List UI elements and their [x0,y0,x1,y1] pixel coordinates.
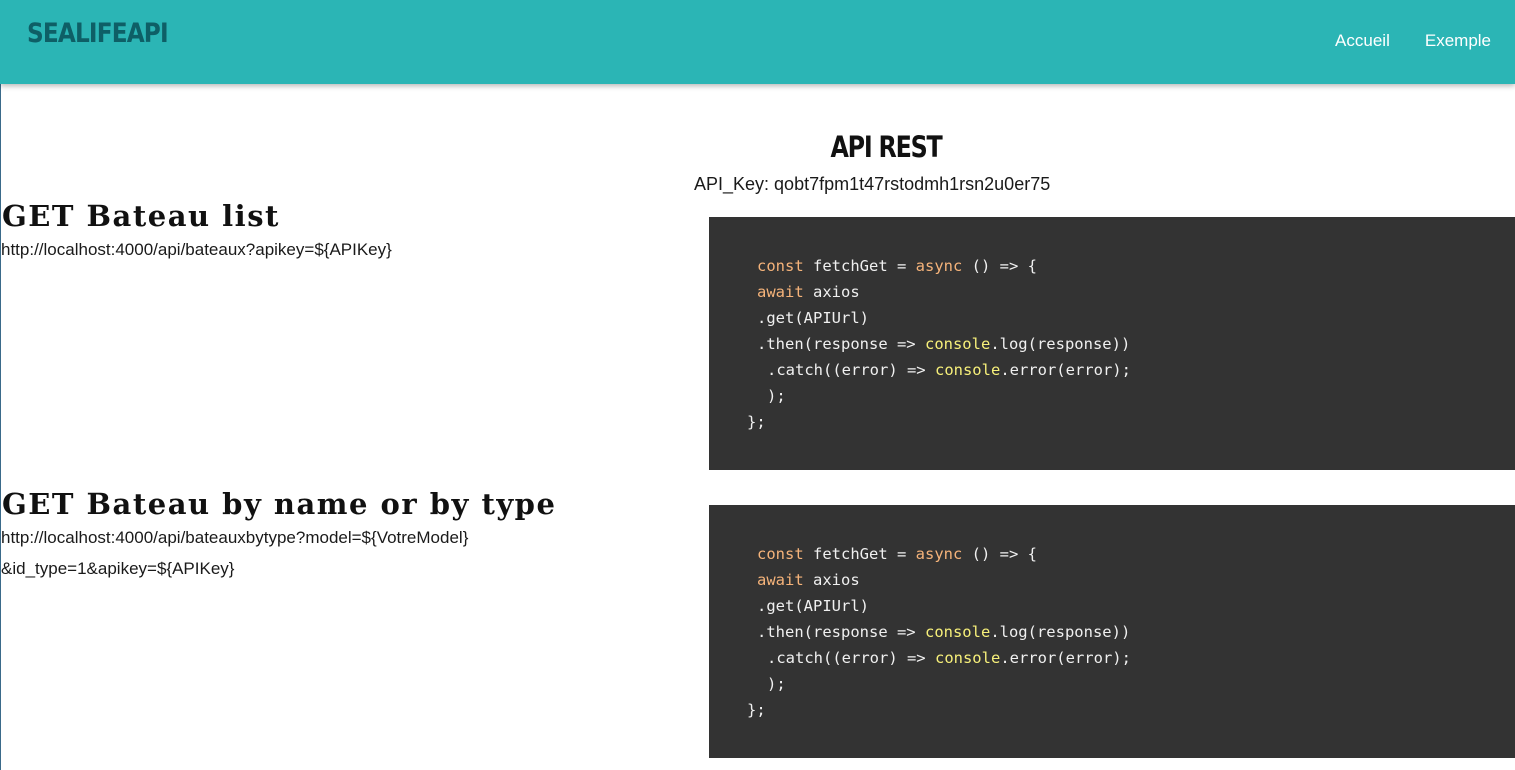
code-line-1: const fetchGet = async () => { [757,544,1037,564]
code-keyword: const [757,257,804,275]
code-text: .error(error); [1000,361,1131,379]
code-block-bateau-list: const fetchGet = async () => { await axi… [709,217,1515,470]
api-key-text: API_Key: qobt7fpm1t47rstodmh1rsn2u0er75 [694,174,1051,194]
endpoint-line: &id_type=1&apikey=${APIKey} [1,559,235,578]
section-title-bateau-by-type: GET Bateau by name or by type [2,487,557,521]
code-line-2: await axios [757,282,860,302]
navbar: SEALIFEAPI Accueil Exemple [0,0,1515,84]
endpoint-url-bateau-list: http://localhost:4000/api/bateaux?apikey… [1,234,392,265]
endpoint-url-bateau-by-type: http://localhost:4000/api/bateauxbytype?… [1,522,468,584]
section-title-bateau-list: GET Bateau list [2,199,280,233]
code-text: .log(response)) [990,335,1131,353]
code-text: fetchGet = [803,545,916,563]
left-border [0,84,1,770]
code-line-4: .then(response => console.log(response)) [757,622,1130,642]
code-text: () => { [962,257,1037,275]
code-text: .error(error); [1000,649,1131,667]
code-line-7: }; [747,413,766,431]
code-text: axios [803,283,860,301]
nav-link-exemple[interactable]: Exemple [1425,31,1491,51]
code-line-7: }; [747,701,766,719]
code-text: fetchGet = [803,257,916,275]
code-line-6: ); [767,387,786,405]
code-keyword: await [757,571,804,589]
code-line-1: const fetchGet = async () => { [757,256,1037,276]
code-keyword: async [915,257,963,275]
code-text: .catch((error) => [767,361,935,379]
nav-link-accueil[interactable]: Accueil [1335,31,1390,51]
code-line-6: ); [767,675,786,693]
code-line-5: .catch((error) => console.error(error); [767,648,1131,668]
endpoint-line: http://localhost:4000/api/bateaux?apikey… [1,240,392,259]
code-line-2: await axios [757,570,860,590]
code-builtin: console [934,649,1001,667]
code-keyword: const [757,545,804,563]
code-keyword: await [757,283,804,301]
brand-logo[interactable]: SEALIFEAPI [27,18,169,49]
code-text: .log(response)) [990,623,1131,641]
code-text: axios [803,571,860,589]
code-line-3: .get(APIUrl) [757,309,869,327]
code-line-5: .catch((error) => console.error(error); [767,360,1131,380]
page-title: API REST [830,130,942,164]
code-line-3: .get(APIUrl) [757,597,869,615]
code-builtin: console [924,623,991,641]
code-builtin: console [934,361,1001,379]
code-builtin: console [924,335,991,353]
code-text: .catch((error) => [767,649,935,667]
code-text: .then(response => [757,623,925,641]
code-block-bateau-by-type: const fetchGet = async () => { await axi… [709,505,1515,758]
code-text: () => { [962,545,1037,563]
code-line-4: .then(response => console.log(response)) [757,334,1130,354]
nav-links: Accueil Exemple [1335,31,1491,51]
code-keyword: async [915,545,963,563]
code-text: .then(response => [757,335,925,353]
endpoint-line: http://localhost:4000/api/bateauxbytype?… [1,528,469,547]
